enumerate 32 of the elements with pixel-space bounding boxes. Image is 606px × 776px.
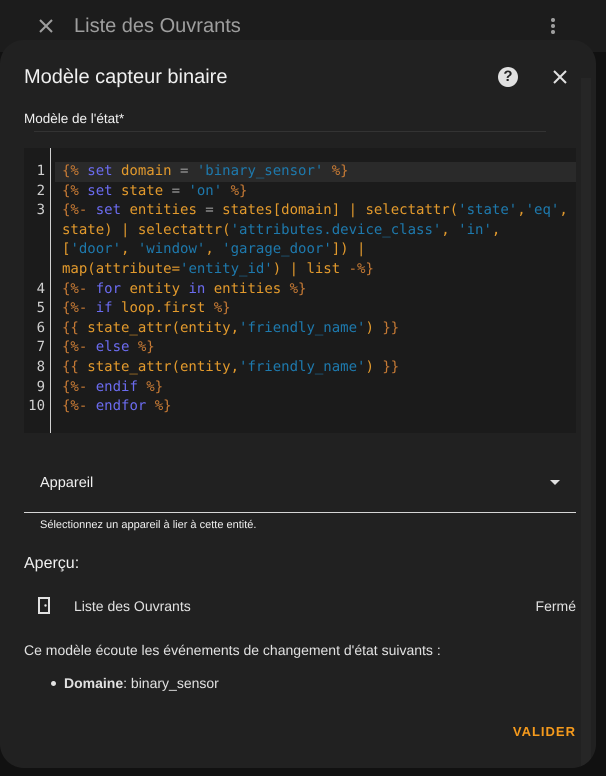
select-label: Appareil xyxy=(40,474,94,490)
help-icon[interactable]: ? xyxy=(498,67,518,87)
code-line: {{ state_attr(entity,'friendly_name') }} xyxy=(61,318,400,338)
line-number: 4 xyxy=(36,280,46,299)
line-number: 6 xyxy=(36,318,46,338)
dialog-title: Modèle capteur binaire xyxy=(24,66,228,88)
code-line: {%- else %} xyxy=(61,338,156,358)
code-line: {%- endif %} xyxy=(61,378,164,397)
code-line: {%- if loop.first %} xyxy=(61,299,232,318)
line-number: 1 xyxy=(36,162,46,181)
code-line: {%- set entities = states[domain] | selectattr('state','eq', state) | selectattr('attributes.device_class', 'in', ['door', 'window', 'garage_door']) | map(attribute='entity_id') | list -%} xyxy=(61,201,569,279)
code-line: {%- endfor %} xyxy=(61,397,173,416)
line-number: 10 xyxy=(27,397,46,416)
line-number: 8 xyxy=(36,358,46,377)
listener-item: Domaine: binary_sensor xyxy=(64,675,219,691)
line-number: 9 xyxy=(36,378,46,397)
line-number: 2 xyxy=(36,182,46,201)
helper-text: Sélectionnez un appareil à lier à cette entité. xyxy=(39,518,258,531)
entity-name: Liste des Ouvrants xyxy=(74,598,192,614)
section-heading: Aperçu: xyxy=(24,555,80,573)
code-line: {{ state_attr(entity,'friendly_name') }} xyxy=(61,358,400,377)
code-line: {%- for entity in entities %} xyxy=(61,280,308,299)
device-select[interactable]: Appareil xyxy=(24,453,576,513)
page-title: Liste des Ouvrants xyxy=(74,14,242,38)
entity-state: Fermé xyxy=(536,598,576,614)
line-number: 5 xyxy=(36,299,46,318)
code-line: {% set state = 'on' %} xyxy=(61,182,248,201)
description-text: Ce modèle écoute les événements de changement d'état suivants : xyxy=(24,642,442,658)
field-label: Modèle de l'état* xyxy=(24,111,126,126)
line-number: 7 xyxy=(36,338,46,358)
submit-button[interactable]: VALIDER xyxy=(512,716,576,747)
line-number: 3 xyxy=(36,201,46,220)
